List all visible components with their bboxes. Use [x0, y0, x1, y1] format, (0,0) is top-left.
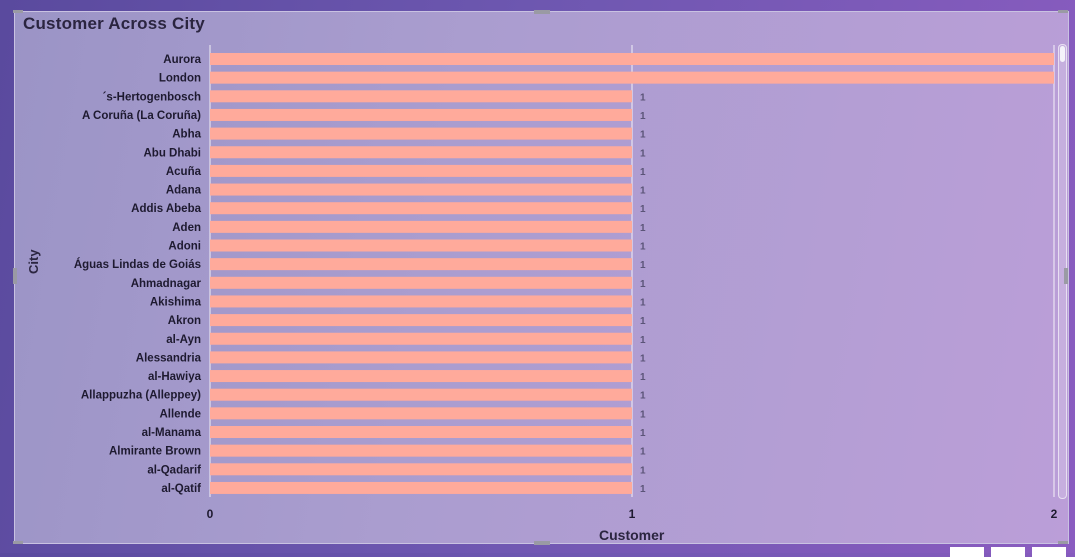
resize-handle-corner-tr[interactable] [1058, 10, 1068, 13]
bar[interactable] [210, 90, 632, 103]
category-label: al-Ayn [166, 334, 201, 346]
resize-handle-left[interactable] [13, 268, 17, 284]
resize-handle-corner-tl[interactable] [13, 10, 23, 13]
x-tick-label: 0 [207, 507, 214, 521]
bar[interactable] [210, 146, 632, 159]
category-label: Addis Abeba [131, 203, 201, 215]
category-label: Adana [166, 185, 202, 197]
data-label: 1 [640, 111, 646, 122]
category-label: London [159, 73, 201, 85]
data-label: 1 [640, 223, 646, 234]
bar[interactable] [210, 463, 632, 476]
bar[interactable] [210, 202, 632, 215]
bar[interactable] [210, 295, 632, 308]
data-label: 1 [640, 186, 646, 197]
bar[interactable] [210, 444, 632, 457]
data-label: 1 [640, 465, 646, 476]
data-label: 1 [640, 148, 646, 159]
page-tab[interactable] [1032, 547, 1066, 557]
bar[interactable] [210, 108, 632, 121]
x-tick-label: 1 [629, 507, 636, 521]
bar[interactable] [210, 220, 632, 233]
category-label: Allende [159, 408, 201, 420]
bar[interactable] [210, 239, 632, 252]
bar[interactable] [210, 71, 1054, 84]
data-label: 1 [640, 391, 646, 402]
bar[interactable] [210, 426, 632, 438]
data-label: 1 [640, 447, 646, 458]
category-label: Acuña [166, 166, 202, 178]
data-label: 1 [640, 167, 646, 178]
data-label: 1 [640, 316, 646, 327]
category-label: al-Hawiya [148, 371, 202, 383]
category-label: Aurora [163, 54, 201, 66]
category-label: ´s-Hertogenbosch [103, 91, 201, 103]
bar[interactable] [210, 351, 632, 364]
data-label: 1 [640, 372, 646, 383]
page-tab[interactable] [991, 547, 1025, 557]
bar[interactable] [210, 314, 632, 327]
category-label: A Coruña (La Coruña) [82, 110, 201, 122]
data-label: 1 [640, 204, 646, 215]
resize-handle-bottom[interactable] [534, 541, 550, 545]
category-label: al-Qadarif [147, 464, 201, 476]
data-label: 1 [640, 279, 646, 290]
data-label: 1 [640, 242, 646, 253]
data-label: 1 [640, 409, 646, 420]
category-label: al-Qatif [161, 483, 201, 495]
data-label: 1 [640, 484, 646, 495]
category-label: Águas Lindas de Goiás [74, 258, 201, 271]
data-label: 1 [640, 353, 646, 364]
category-label: Abu Dhabi [144, 147, 202, 159]
resize-handle-top[interactable] [534, 10, 550, 14]
category-label: Allappuzha (Alleppey) [81, 390, 201, 402]
bar-plot-area: Aurora London ´s-Hertogenbosch 1 A Coruña (L… [74, 45, 1058, 521]
data-label: 1 [640, 297, 646, 308]
bar[interactable] [210, 127, 632, 140]
category-label: Adoni [168, 241, 201, 253]
data-label: 1 [640, 130, 646, 141]
data-label: 1 [640, 92, 646, 103]
category-label: Alessandria [136, 352, 202, 364]
category-label: Abha [172, 129, 201, 141]
bar[interactable] [210, 407, 632, 420]
bar[interactable] [210, 370, 632, 383]
resize-handle-right[interactable] [1064, 268, 1068, 284]
category-label: Akron [168, 315, 201, 327]
category-label: al-Manama [142, 427, 202, 439]
bar[interactable] [210, 388, 632, 401]
resize-handle-corner-br[interactable] [1058, 541, 1068, 544]
category-label: Ahmadnagar [131, 278, 202, 290]
bar[interactable] [210, 332, 632, 345]
bar[interactable] [210, 183, 632, 196]
bar[interactable] [210, 481, 632, 494]
category-label: Almirante Brown [109, 446, 201, 458]
bar[interactable] [210, 276, 632, 289]
category-label: Aden [172, 222, 201, 234]
scrollbar-thumb[interactable] [1060, 46, 1065, 62]
x-tick-label: 2 [1051, 507, 1058, 521]
data-label: 1 [640, 335, 646, 346]
chart-visual[interactable]: Customer Across City City Customer Auror… [13, 10, 1069, 545]
bar[interactable] [210, 164, 632, 177]
bar[interactable] [210, 258, 632, 271]
page-tab[interactable] [950, 547, 984, 557]
category-label: Akishima [150, 296, 202, 308]
data-label: 1 [640, 260, 646, 271]
bar[interactable] [210, 53, 1054, 65]
data-label: 1 [640, 428, 646, 439]
resize-handle-corner-bl[interactable] [13, 541, 23, 544]
